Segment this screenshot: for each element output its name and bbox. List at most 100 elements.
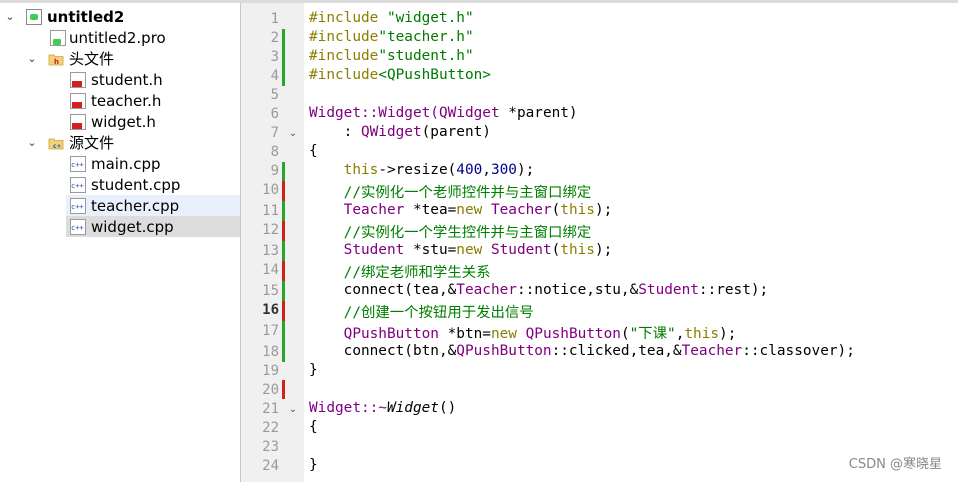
code-line: #include<QPushButton> — [309, 67, 491, 83]
pro-file-label: untitled2.pro — [69, 28, 166, 47]
code-line: Teacher *tea=new Teacher(this); — [309, 202, 613, 218]
line-number: 9 — [270, 163, 279, 179]
type-name: Teacher — [681, 343, 743, 359]
tree-item-sources-folder[interactable]: ⌄ c+ 源文件 — [0, 132, 240, 153]
string-literal: "student.h" — [378, 48, 474, 64]
code-comment: //绑定老师和学生关系 — [309, 265, 491, 281]
code-token: connect(btn,& — [309, 343, 457, 359]
line-number: 5 — [270, 87, 279, 103]
code-token: ); — [516, 162, 535, 178]
code-line: { — [309, 419, 318, 435]
file-label: widget.h — [91, 112, 156, 131]
chevron-down-icon[interactable]: ⌄ — [4, 10, 16, 23]
cpp-file-icon — [70, 176, 86, 193]
tree-item-student-cpp[interactable]: student.cpp — [0, 174, 240, 195]
string-literal: <QPushButton> — [378, 67, 491, 83]
string-literal: "下课" — [629, 326, 676, 342]
tree-item-headers-folder[interactable]: ⌄ h 头文件 — [0, 48, 240, 69]
code-token: ); — [719, 326, 737, 342]
tree-item-widget-cpp[interactable]: widget.cpp — [66, 216, 240, 237]
tree-item-teacher-h[interactable]: teacher.h — [0, 90, 240, 111]
pro-file-icon — [50, 29, 66, 46]
line-number: 17 — [262, 323, 279, 339]
number-literal: 400 — [456, 162, 483, 178]
change-marker-added — [282, 281, 285, 301]
fold-chevron-icon[interactable]: ⌄ — [287, 128, 299, 139]
line-number: 14 — [262, 262, 279, 278]
keyword: this — [343, 162, 379, 178]
keyword: this — [560, 202, 595, 218]
line-number: 22 — [262, 420, 279, 436]
qt-project-icon — [26, 8, 42, 25]
line-number: 21 — [262, 401, 279, 417]
project-tree: ⌄ untitled2 untitled2.pro ⌄ h 头文件 studen… — [0, 3, 240, 482]
fold-chevron-icon[interactable]: ⌄ — [287, 404, 299, 415]
code-comment: //创建一个按钮用于发出信号 — [309, 305, 534, 321]
code-token: ::clicked,tea,& — [551, 343, 682, 359]
code-token: ( — [551, 202, 561, 218]
tree-item-main-cpp[interactable]: main.cpp — [0, 153, 240, 174]
line-number: 19 — [262, 363, 279, 379]
line-number: 1 — [270, 11, 279, 27]
line-number: 7 — [270, 125, 279, 141]
code-token: QWidget — [438, 105, 500, 121]
source-folder-icon: c+ — [48, 138, 64, 150]
preprocessor: #include — [309, 29, 379, 45]
cpp-file-icon — [70, 218, 86, 235]
line-number: 12 — [262, 222, 279, 238]
sources-folder-label: 源文件 — [69, 134, 115, 152]
tree-item-project[interactable]: ⌄ untitled2 — [0, 6, 240, 27]
code-line: Widget::Widget(QWidget *parent) — [309, 105, 578, 121]
file-label: main.cpp — [91, 154, 161, 173]
line-number: 4 — [270, 68, 279, 84]
keyword: new — [456, 202, 483, 218]
chevron-down-icon[interactable]: ⌄ — [26, 136, 38, 149]
code-token: Widget::~ — [309, 400, 387, 416]
code-line: { — [309, 143, 318, 159]
line-number: 15 — [262, 283, 279, 299]
type-name: Teacher — [343, 202, 405, 218]
type-name: Teacher — [456, 282, 517, 298]
chevron-down-icon[interactable]: ⌄ — [26, 52, 38, 65]
number-literal: 300 — [490, 162, 517, 178]
code-line: #include"student.h" — [309, 48, 474, 64]
line-number: 13 — [262, 243, 279, 259]
code-token: *btn= — [438, 326, 491, 342]
code-line: Student *stu=new Student(this); — [309, 242, 613, 258]
change-marker-added — [282, 201, 285, 221]
tree-item-widget-h[interactable]: widget.h — [0, 111, 240, 132]
code-line: this->resize(400,300); — [309, 162, 535, 178]
file-label: student.h — [91, 70, 163, 89]
file-label: teacher.h — [91, 91, 162, 110]
line-number: 6 — [270, 106, 279, 122]
tree-item-student-h[interactable]: student.h — [0, 69, 240, 90]
change-marker-added — [282, 321, 285, 362]
header-file-icon — [70, 113, 86, 130]
type-name: QPushButton — [456, 343, 552, 359]
tree-item-pro-file[interactable]: untitled2.pro — [0, 27, 240, 48]
keyword: new — [490, 326, 517, 342]
code-token: ); — [594, 202, 613, 218]
code-line: } — [309, 457, 318, 473]
line-number: 24 — [262, 458, 279, 474]
code-token: ::classover); — [742, 343, 855, 359]
code-token: ::notice,stu,& — [516, 282, 639, 298]
tree-item-teacher-cpp[interactable]: teacher.cpp — [66, 195, 240, 216]
change-marker-added — [282, 162, 285, 181]
change-marker-modified — [282, 181, 285, 201]
type-name: Student — [638, 282, 699, 298]
svg-text:h: h — [54, 58, 59, 66]
code-line: connect(tea,&Teacher::notice,stu,&Studen… — [309, 282, 769, 298]
line-number: 3 — [270, 49, 279, 65]
line-number: 8 — [270, 144, 279, 160]
code-token: ( — [620, 326, 630, 342]
keyword: this — [560, 242, 595, 258]
code-line: : QWidget(parent) — [309, 124, 491, 140]
code-line: #include"teacher.h" — [309, 29, 474, 45]
line-number: 11 — [262, 203, 279, 219]
